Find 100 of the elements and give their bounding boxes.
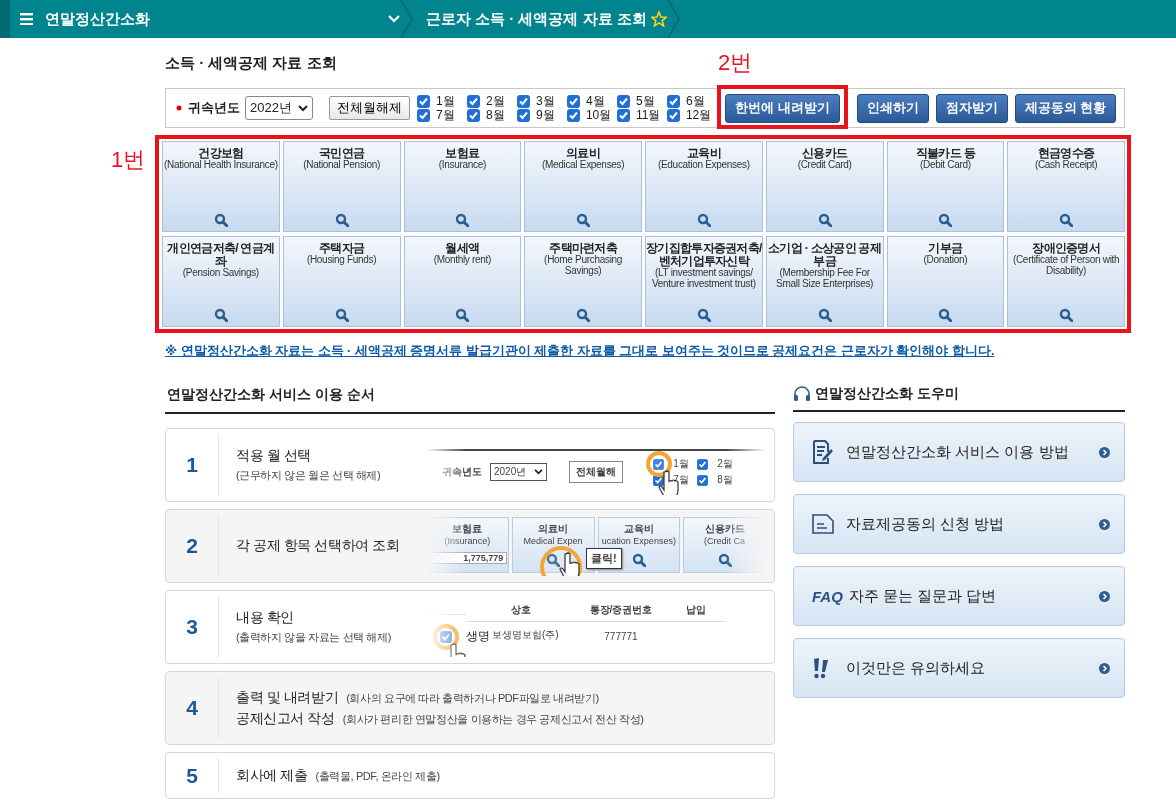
month-checkbox[interactable] <box>653 458 665 470</box>
search-icon[interactable] <box>1059 308 1074 322</box>
column-header: 통장/증권번호 <box>576 599 666 622</box>
month-checkbox[interactable] <box>416 94 430 108</box>
month-checkbox[interactable] <box>516 94 530 108</box>
chevron-down-icon[interactable] <box>388 15 400 23</box>
month-checkbox[interactable] <box>466 94 480 108</box>
category-english-name: (Debit Card) <box>919 160 972 171</box>
help-link-card[interactable]: 이것만은 유의하세요 <box>793 638 1125 698</box>
month-label: 2월 <box>717 457 733 471</box>
category-english-name: (Pension Savings) <box>181 268 260 279</box>
chevron-circle-icon <box>1099 446 1110 458</box>
category-english-name: (Credit Ca <box>704 536 746 546</box>
search-icon[interactable] <box>631 553 646 567</box>
search-icon[interactable] <box>938 308 953 322</box>
category-tile[interactable]: 보험료 (Insurance) <box>403 141 522 232</box>
month-checkbox[interactable] <box>466 108 480 122</box>
category-tile[interactable]: 교육비 (Education Expenses) <box>645 141 763 232</box>
category-name: 신용카드 <box>802 147 848 160</box>
search-icon[interactable] <box>455 308 470 322</box>
category-tile[interactable]: 장기집합투자증권저축/ 벤처기업투자신탁 (LT investment savings/ Venture investment trust) <box>645 236 763 327</box>
search-icon[interactable] <box>576 213 591 227</box>
category-english-name: (Monthly rent) <box>432 255 493 266</box>
search-icon[interactable] <box>213 213 228 227</box>
category-tile[interactable]: 주택마련저축 (Home Purchasing Savings) <box>524 236 642 327</box>
star-icon[interactable] <box>650 11 667 27</box>
category-tile[interactable]: 월세액 (Monthly rent) <box>403 236 522 327</box>
search-icon[interactable] <box>546 553 561 567</box>
year-select[interactable]: 2022년 <box>245 96 313 120</box>
faq-label: FAQ <box>812 587 843 605</box>
month-label: 4월 <box>585 94 605 108</box>
month-checkbox[interactable] <box>666 94 680 108</box>
menu-icon[interactable] <box>20 13 33 25</box>
menu-dropdown[interactable]: 연말정산간소화 <box>10 0 400 38</box>
step-number: 3 <box>166 596 219 658</box>
month-checkbox[interactable] <box>616 108 630 122</box>
category-name: 월세액 <box>445 242 480 255</box>
month-checkbox[interactable] <box>653 474 665 486</box>
category-tile[interactable]: 기부금 (Donation) <box>886 236 1005 327</box>
search-icon[interactable] <box>213 308 228 322</box>
category-name: 현금영수증 <box>1037 147 1095 160</box>
breadcrumb-title[interactable]: 근로자 소득 · 세액공제 자료 조회 <box>426 9 647 29</box>
category-tile[interactable]: 건강보험 (National Health Insurance) <box>162 141 280 232</box>
search-icon[interactable] <box>817 308 832 322</box>
row-checkbox[interactable] <box>440 630 452 643</box>
search-icon[interactable] <box>938 213 953 227</box>
search-icon[interactable] <box>696 308 711 322</box>
notice-link[interactable]: ※ 연말정산간소화 자료는 소득 · 세액공제 증명서류 발급기관이 제출한 자료를 그대로 보여주는 것이므로 공제요건은 근로자가 확인해야 합니다. <box>165 344 995 358</box>
consent-status-button[interactable]: 제공동의 현황 <box>1014 93 1116 123</box>
category-english-name: (National Health Insurance) <box>163 160 279 171</box>
search-icon[interactable] <box>717 553 732 567</box>
month-checkbox[interactable] <box>697 474 709 486</box>
field-label: 귀속년도 <box>188 99 240 117</box>
month-checkbox[interactable] <box>566 108 580 122</box>
search-icon[interactable] <box>576 308 591 322</box>
document-pen-icon <box>812 440 834 464</box>
category-tile[interactable]: 소기업 · 소상공인 공제부금 (Membership Fee For Small Size Enterprises) <box>765 236 884 327</box>
month-label: 12월 <box>685 108 712 122</box>
category-tile[interactable]: 개인연금저축/ 연금계좌 (Pension Savings) <box>162 236 280 327</box>
category-tile[interactable]: 의료비 (Medical Expenses) <box>524 141 642 232</box>
braille-button[interactable]: 점자받기 <box>935 93 1008 123</box>
month-checkbox[interactable] <box>697 458 709 470</box>
search-icon[interactable] <box>334 308 349 322</box>
category-english-name: (LT investment savings/ Venture investment trust) <box>651 268 757 289</box>
category-tile[interactable]: 직불카드 등 (Debit Card) <box>886 141 1005 232</box>
category-name: 개인연금저축/ 연금계좌 <box>166 242 276 268</box>
download-all-button[interactable]: 한번에 내려받기 <box>725 93 840 123</box>
category-tile[interactable]: 신용카드 (Credit Card) <box>765 141 884 232</box>
month-checkbox[interactable] <box>666 108 680 122</box>
category-english-name: Medical Expen <box>523 536 583 546</box>
print-button[interactable]: 인쇄하기 <box>856 93 929 123</box>
help-link-label: 연말정산간소화 서비스 이용 방법 <box>846 442 1070 462</box>
search-icon[interactable] <box>817 213 832 227</box>
category-name: 교육비 <box>623 522 654 536</box>
help-link-card[interactable]: FAQ 자주 묻는 질문과 답변 <box>793 566 1125 626</box>
search-icon[interactable] <box>1059 213 1074 227</box>
category-english-name: (Credit Card) <box>796 160 853 171</box>
month-label: 1월 <box>435 94 455 108</box>
month-checkbox[interactable] <box>516 108 530 122</box>
category-tile[interactable]: 주택자금 (Housing Funds) <box>282 236 401 327</box>
month-checkbox[interactable] <box>566 94 580 108</box>
chevron-circle-icon <box>1099 518 1110 530</box>
clear-months-button[interactable]: 전체월해제 <box>328 96 410 120</box>
chevron-down-icon <box>534 469 544 475</box>
month-checkbox[interactable] <box>616 94 630 108</box>
search-icon[interactable] <box>455 213 470 227</box>
month-checkbox[interactable] <box>416 108 430 122</box>
search-icon[interactable] <box>696 213 711 227</box>
search-icon[interactable] <box>334 213 349 227</box>
category-tile[interactable]: 장애인증명서 (Certificate of Person with Disability) <box>1007 236 1125 327</box>
category-name: 보험료 <box>452 522 483 536</box>
document-icon <box>812 514 834 534</box>
month-label: 10월 <box>585 108 612 122</box>
category-tile[interactable]: 현금영수증 (Cash Receipt) <box>1007 141 1125 232</box>
step-number: 4 <box>166 677 219 739</box>
annotation-label: 2번 <box>718 48 753 77</box>
section-heading: 연말정산간소화 서비스 이용 순서 <box>165 378 775 414</box>
help-link-card[interactable]: 자료제공동의 신청 방법 <box>793 494 1125 554</box>
help-link-card[interactable]: 연말정산간소화 서비스 이용 방법 <box>793 422 1125 482</box>
category-tile[interactable]: 국민연금 (National Pension) <box>282 141 401 232</box>
